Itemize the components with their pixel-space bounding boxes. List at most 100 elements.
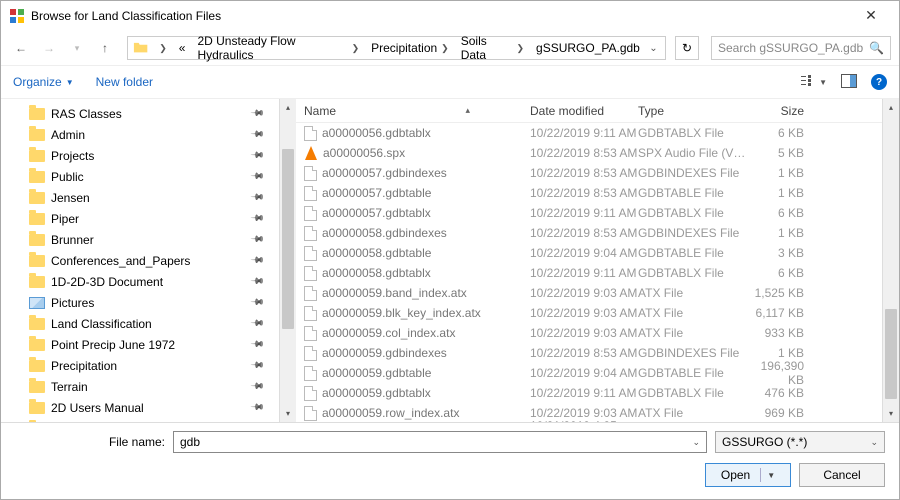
file-row[interactable]: a00000056.spx10/22/2019 8:53 AMSPX Audio… bbox=[296, 143, 882, 163]
tree-item-label: Brunner FY20 Budget bbox=[51, 422, 167, 423]
file-row[interactable]: a00000059.col_index.atx10/22/2019 9:03 A… bbox=[296, 323, 882, 343]
tree-item[interactable]: Land Classification📌 bbox=[1, 313, 279, 334]
file-icon bbox=[304, 266, 317, 281]
tree-item-label: Pictures bbox=[51, 296, 94, 310]
crumb-3[interactable]: gSSURGO_PA.gdb bbox=[532, 37, 644, 59]
tree-item[interactable]: Precipitation📌 bbox=[1, 355, 279, 376]
tree-item-label: Precipitation bbox=[51, 359, 117, 373]
scroll-up-icon[interactable]: ▴ bbox=[280, 99, 296, 116]
tree-item[interactable]: Pictures📌 bbox=[1, 292, 279, 313]
chevron-down-icon: ⌄ bbox=[870, 437, 878, 448]
cancel-button[interactable]: Cancel bbox=[799, 463, 885, 487]
address-bar[interactable]: ❯ « 2D Unsteady Flow Hydraulics❯ Precipi… bbox=[127, 36, 666, 60]
recent-dropdown-icon[interactable]: ▾ bbox=[65, 36, 89, 60]
file-date: 10/22/2019 8:53 AM bbox=[530, 166, 638, 180]
col-size[interactable]: Size bbox=[746, 104, 816, 118]
up-button[interactable]: ↑ bbox=[93, 36, 117, 60]
tree-item[interactable]: Jensen📌 bbox=[1, 187, 279, 208]
pin-icon: 📌 bbox=[250, 106, 266, 122]
column-headers: Name▴ Date modified Type Size bbox=[296, 99, 882, 123]
address-dropdown-icon[interactable]: ⌄ bbox=[644, 43, 663, 54]
tree-item-label: Terrain bbox=[51, 380, 88, 394]
folder-icon bbox=[29, 213, 45, 225]
search-placeholder: Search gSSURGO_PA.gdb bbox=[718, 41, 863, 55]
close-button[interactable]: ✕ bbox=[851, 7, 891, 24]
col-date[interactable]: Date modified bbox=[530, 104, 638, 118]
file-row[interactable]: a00000058.gdbindexes10/22/2019 8:53 AMGD… bbox=[296, 223, 882, 243]
file-size: 3 KB bbox=[746, 246, 816, 260]
filename-input[interactable]: gdb⌄ bbox=[173, 431, 707, 453]
file-row[interactable]: a00000059.gdbtablx10/22/2019 9:11 AMGDBT… bbox=[296, 383, 882, 403]
crumb-2[interactable]: Soils Data❯ bbox=[457, 37, 532, 59]
tree-item-label: 1D-2D-3D Document bbox=[51, 275, 163, 289]
tree-item-label: Brunner bbox=[51, 233, 94, 247]
crumb-0[interactable]: 2D Unsteady Flow Hydraulics❯ bbox=[193, 37, 367, 59]
preview-pane-icon[interactable] bbox=[841, 74, 857, 91]
file-icon bbox=[304, 186, 317, 201]
list-scrollbar[interactable]: ▴ ▾ bbox=[882, 99, 899, 422]
help-icon[interactable]: ? bbox=[871, 74, 887, 90]
file-icon bbox=[304, 346, 317, 361]
tree-item[interactable]: RAS Classes📌 bbox=[1, 103, 279, 124]
scroll-down-icon[interactable]: ▾ bbox=[280, 405, 296, 422]
crumb-prev[interactable]: « bbox=[175, 37, 194, 59]
new-folder-button[interactable]: New folder bbox=[96, 75, 153, 89]
file-row[interactable]: a00000056.gdbtablx10/22/2019 9:11 AMGDBT… bbox=[296, 123, 882, 143]
chevron-down-icon[interactable]: ⌄ bbox=[692, 437, 700, 448]
tree-item[interactable]: Point Precip June 1972📌 bbox=[1, 334, 279, 355]
view-options-icon[interactable]: ▼ bbox=[801, 75, 827, 89]
file-row[interactable]: a00000057.gdbtable10/22/2019 8:53 AMGDBT… bbox=[296, 183, 882, 203]
col-name[interactable]: Name▴ bbox=[296, 104, 530, 118]
refresh-button[interactable]: ↻ bbox=[675, 36, 699, 60]
tree-item[interactable]: Brunner📌 bbox=[1, 229, 279, 250]
file-type: ATX File bbox=[638, 286, 746, 300]
tree-item[interactable]: Brunner FY20 Budget📌 bbox=[1, 418, 279, 422]
tree-scrollbar[interactable]: ▴ ▾ bbox=[279, 99, 296, 422]
search-input[interactable]: Search gSSURGO_PA.gdb 🔍 bbox=[711, 36, 891, 60]
scroll-down-icon[interactable]: ▾ bbox=[883, 405, 899, 422]
scroll-thumb[interactable] bbox=[282, 149, 294, 329]
file-row[interactable]: a00000058.gdbtable10/22/2019 9:04 AMGDBT… bbox=[296, 243, 882, 263]
pin-icon: 📌 bbox=[250, 316, 266, 332]
back-button[interactable]: ← bbox=[9, 36, 33, 60]
tree-item[interactable]: Admin📌 bbox=[1, 124, 279, 145]
file-size: 6 KB bbox=[746, 206, 816, 220]
file-row[interactable]: a00000059.blk_key_index.atx10/22/2019 9:… bbox=[296, 303, 882, 323]
tree-item[interactable]: Terrain 📌 bbox=[1, 376, 279, 397]
file-name: a00000059.gdbtable bbox=[322, 366, 431, 380]
tree-item[interactable]: Projects📌 bbox=[1, 145, 279, 166]
tree-item[interactable]: 2D Users Manual📌 bbox=[1, 397, 279, 418]
folder-tree[interactable]: RAS Classes📌Admin📌Projects📌Public📌Jensen… bbox=[1, 99, 279, 422]
crumb-1[interactable]: Precipitation❯ bbox=[367, 37, 457, 59]
open-button[interactable]: Open▼ bbox=[705, 463, 791, 487]
file-row[interactable]: a00000057.gdbtablx10/22/2019 9:11 AMGDBT… bbox=[296, 203, 882, 223]
pin-icon: 📌 bbox=[250, 379, 266, 395]
file-row[interactable]: a00000059.gdbtable10/22/2019 9:04 AMGDBT… bbox=[296, 363, 882, 383]
tree-item[interactable]: Conferences_and_Papers📌 bbox=[1, 250, 279, 271]
tree-item[interactable]: Piper📌 bbox=[1, 208, 279, 229]
scroll-thumb[interactable] bbox=[885, 309, 897, 399]
app-icon bbox=[9, 8, 25, 24]
chevron-down-icon[interactable]: ▼ bbox=[767, 471, 775, 480]
col-type[interactable]: Type bbox=[638, 104, 746, 118]
file-icon bbox=[304, 306, 317, 321]
tree-item[interactable]: Public📌 bbox=[1, 166, 279, 187]
crumb-root-chevron[interactable]: ❯ bbox=[151, 37, 175, 59]
folder-icon bbox=[29, 318, 45, 330]
file-row[interactable]: a00000057.gdbindexes10/22/2019 8:53 AMGD… bbox=[296, 163, 882, 183]
tree-item[interactable]: 1D-2D-3D Document📌 bbox=[1, 271, 279, 292]
file-row[interactable]: a00000058.gdbtablx10/22/2019 9:11 AMGDBT… bbox=[296, 263, 882, 283]
folder-icon bbox=[29, 381, 45, 393]
file-date: 10/22/2019 9:11 AM bbox=[530, 386, 638, 400]
file-type-filter[interactable]: GSSURGO (*.*)⌄ bbox=[715, 431, 885, 453]
file-type: GDBINDEXES File bbox=[638, 166, 746, 180]
file-icon bbox=[304, 386, 317, 401]
organize-menu[interactable]: Organize ▼ bbox=[13, 75, 74, 89]
forward-button[interactable]: → bbox=[37, 36, 61, 60]
file-date: 10/22/2019 9:11 AM bbox=[530, 126, 638, 140]
file-size: 1 KB bbox=[746, 186, 816, 200]
file-icon bbox=[304, 286, 317, 301]
file-row[interactable]: a00000059.band_index.atx10/22/2019 9:03 … bbox=[296, 283, 882, 303]
file-name: a00000056.gdbtablx bbox=[322, 126, 431, 140]
scroll-up-icon[interactable]: ▴ bbox=[883, 99, 899, 116]
